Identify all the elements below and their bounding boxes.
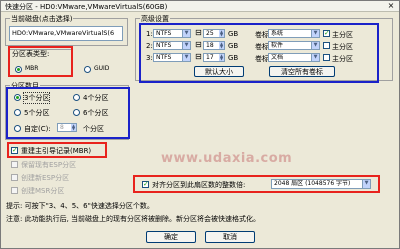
warning-text: 注意: 此功能执行后, 当前磁盘上的现有分区将被删除。新分区将会被快速格式化。 [6,215,261,223]
create-msr-label: 创建MSR分区 [21,187,65,195]
tip-text: 提示: 可按下"3、4、5、6"快速选择分区个数。 [6,202,154,210]
red-highlight-rebuild-mbr [7,142,107,158]
current-disk-label: 当前磁盘(点击选择) [10,14,74,24]
watermark-text: www.udaxia.com [161,151,293,166]
radio-guid[interactable] [84,66,91,73]
red-highlight-partition-type [8,46,73,77]
guid-label: GUID [94,65,110,72]
red-highlight-align [133,175,380,193]
create-msr-checkbox [11,187,18,194]
window-title: 快速分区 - HD0:VMware,VMwareVirtualS(60GB) [5,3,168,11]
close-icon[interactable]: × [386,1,396,10]
cancel-button[interactable]: 取消 [205,231,255,243]
create-esp-label: 创建新ESP分区 [21,174,70,182]
keep-esp-label: 保留现有ESP分区 [21,161,77,169]
blue-highlight-advanced [139,23,379,83]
ok-button[interactable]: 确定 [146,231,196,243]
create-esp-checkbox [11,174,18,181]
disk-selector[interactable]: HD0:VMware,VMwareVirtualS(6 [9,26,123,41]
title-bar: 快速分区 - HD0:VMware,VMwareVirtualS(60GB) × [1,1,399,12]
blue-highlight-partition-count [6,87,130,139]
keep-esp-checkbox [11,161,18,168]
quick-partition-window: 快速分区 - HD0:VMware,VMwareVirtualS(60GB) ×… [0,0,400,249]
